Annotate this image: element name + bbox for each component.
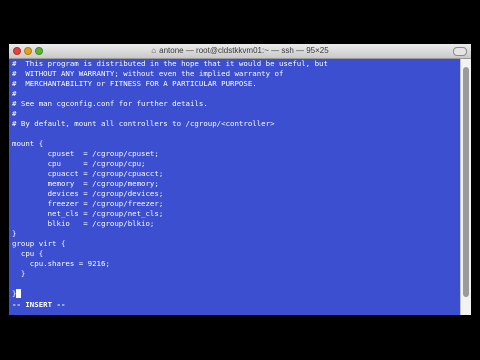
terminal-line-text: freezer = /cgroup/freezer; [12,199,164,208]
terminal-line: # See man cgconfig.conf for further deta… [12,99,459,109]
terminal-line-text: blkio = /cgroup/blkio; [12,219,155,228]
terminal-window: ⌂ antone — root@cldstkkvm01:~ — ssh — 95×… [9,44,471,315]
title-bar[interactable]: ⌂ antone — root@cldstkkvm01:~ — ssh — 95×… [9,44,471,59]
toolbar-toggle-button[interactable] [453,47,467,56]
terminal-line-text: net_cls = /cgroup/net_cls; [12,209,164,218]
terminal-line-text: mount { [12,139,44,148]
scrollbar-thumb[interactable] [463,67,469,297]
terminal-line: mount { [12,139,459,149]
terminal-content[interactable]: # This program is distributed in the hop… [9,59,459,315]
terminal-line-text: # See man cgconfig.conf for further deta… [12,99,208,108]
terminal-line: # MERCHANTABILITY or FITNESS FOR A PARTI… [12,79,459,89]
terminal-line: freezer = /cgroup/freezer; [12,199,459,209]
terminal-line-text: cpu = /cgroup/cpu; [12,159,146,168]
terminal-line: # By default, mount all controllers to /… [12,119,459,129]
terminal-line-text: # [12,89,17,98]
terminal-line: cpuacct = /cgroup/cpuacct; [12,169,459,179]
terminal-line: blkio = /cgroup/blkio; [12,219,459,229]
terminal-line: cpu.shares = 9216; [12,259,459,269]
terminal-line-text: # MERCHANTABILITY or FITNESS FOR A PARTI… [12,79,257,88]
terminal-line-text: # [12,109,17,118]
terminal-line: cpu = /cgroup/cpu; [12,159,459,169]
terminal-line: } [12,269,459,279]
terminal-line: # [12,89,459,99]
terminal-line-text: cpuset = /cgroup/cpuset; [12,149,159,158]
home-icon: ⌂ [151,46,157,55]
terminal-line: # This program is distributed in the hop… [12,59,459,69]
vim-mode-indicator: -- INSERT -- [12,300,66,309]
terminal-line-text: # WITHOUT ANY WARRANTY; without even the… [12,69,284,78]
terminal-line-text: memory = /cgroup/memory; [12,179,159,188]
terminal-line: net_cls = /cgroup/net_cls; [12,209,459,219]
terminal-line-text: } [12,229,17,238]
window-title: antone — root@cldstkkvm01:~ — ssh — 95×2… [159,46,329,55]
terminal-line-text: cpuacct = /cgroup/cpuacct; [12,169,164,178]
terminal-line: } [12,229,459,239]
terminal-line-text: # By default, mount all controllers to /… [12,119,275,128]
terminal-line: devices = /cgroup/devices; [12,189,459,199]
vertical-scrollbar[interactable] [460,59,471,315]
terminal-line-text: group virt { [12,239,66,248]
text-cursor [16,289,22,298]
terminal-line: # [12,109,459,119]
terminal-line-text: cpu.shares = 9216; [12,259,110,268]
terminal-line-text: cpu { [12,249,44,258]
terminal-line-text: } [12,269,26,278]
window-title-area: ⌂ antone — root@cldstkkvm01:~ — ssh — 95×… [9,44,471,58]
terminal-line-text: devices = /cgroup/devices; [12,189,164,198]
terminal-line: } [12,289,459,299]
terminal-line-text: # This program is distributed in the hop… [12,59,328,68]
terminal-line: cpuset = /cgroup/cpuset; [12,149,459,159]
terminal-line: cpu { [12,249,459,259]
terminal-line: group virt { [12,239,459,249]
terminal-line: # WITHOUT ANY WARRANTY; without even the… [12,69,459,79]
terminal-line: memory = /cgroup/memory; [12,179,459,189]
